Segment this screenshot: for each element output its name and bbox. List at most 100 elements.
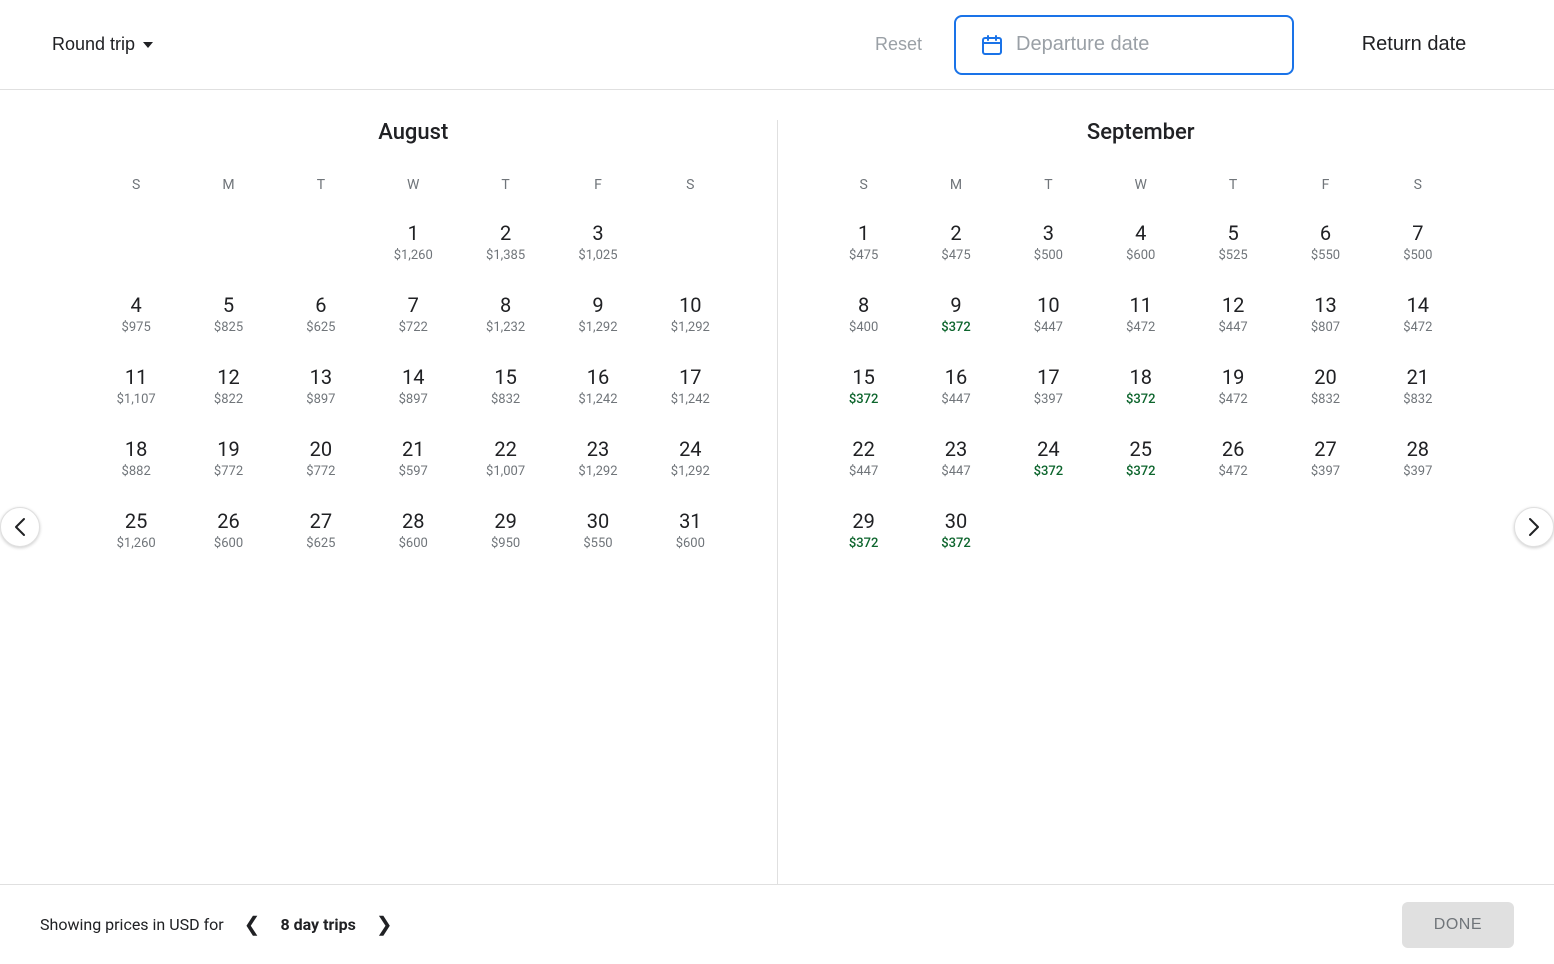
table-row[interactable]: 28 $600 (367, 499, 459, 567)
day-price: $550 (1311, 248, 1340, 263)
table-row[interactable]: 16$1,242 (552, 355, 644, 423)
table-row[interactable]: 2$1,385 (459, 211, 551, 279)
table-row[interactable]: 11$472 (1095, 283, 1187, 351)
day-number: 3 (1043, 221, 1054, 245)
table-row[interactable]: 14$472 (1372, 283, 1464, 351)
table-row[interactable]: 1$1,260 (367, 211, 459, 279)
next-days-button[interactable]: ❯ (368, 908, 401, 941)
day-number: 24 (679, 437, 701, 461)
table-row[interactable]: 4$600 (1095, 211, 1187, 279)
table-row[interactable]: 8$1,232 (459, 283, 551, 351)
day-price: $372 (941, 320, 971, 335)
day-number: 12 (1222, 293, 1244, 317)
reset-button[interactable]: Reset (863, 26, 934, 63)
day-price: $600 (399, 536, 428, 551)
return-date-button[interactable]: Return date (1314, 21, 1514, 68)
table-row[interactable]: 6 $550 (1279, 211, 1371, 279)
day-price: $1,292 (671, 320, 710, 335)
table-row[interactable]: 19$472 (1187, 355, 1279, 423)
prev-month-arrow[interactable] (0, 507, 40, 547)
table-row[interactable]: 31$600 (644, 499, 736, 567)
day-price: $472 (1403, 320, 1432, 335)
table-row[interactable]: 30$372 (910, 499, 1002, 567)
table-row[interactable]: 18$372 (1095, 355, 1187, 423)
table-row[interactable]: 16$447 (910, 355, 1002, 423)
table-row[interactable]: 7$722 (367, 283, 459, 351)
table-row[interactable]: 18$882 (90, 427, 182, 495)
table-row[interactable]: 13$807 (1279, 283, 1371, 351)
table-row[interactable]: 26$472 (1187, 427, 1279, 495)
day-number: 6 (1320, 221, 1331, 245)
table-row[interactable]: 12$447 (1187, 283, 1279, 351)
table-row[interactable]: 20$832 (1279, 355, 1371, 423)
table-row[interactable]: 10$1,292 (644, 283, 736, 351)
day-price: $600 (214, 536, 243, 551)
day-number: 9 (950, 293, 961, 317)
table-row[interactable]: 29$372 (818, 499, 910, 567)
table-row[interactable]: 29$950 (459, 499, 551, 567)
table-row[interactable]: 28$397 (1372, 427, 1464, 495)
day-number: 7 (1412, 221, 1423, 245)
day-price: $825 (214, 320, 243, 335)
day-price: $950 (491, 536, 520, 551)
prev-days-button[interactable]: ❮ (236, 908, 269, 941)
day-price: $597 (399, 464, 428, 479)
table-row[interactable]: 22$1,007 (459, 427, 551, 495)
day-price: $525 (1218, 248, 1247, 263)
table-row[interactable]: 5$525 (1187, 211, 1279, 279)
table-row[interactable]: 27$625 (275, 499, 367, 567)
day-number: 2 (500, 221, 511, 245)
table-row[interactable]: 22$447 (818, 427, 910, 495)
day-number: 28 (402, 509, 424, 533)
table-row[interactable]: 14$897 (367, 355, 459, 423)
departure-date-button[interactable]: Departure date (954, 15, 1294, 75)
table-row[interactable]: 17$397 (1002, 355, 1094, 423)
day-number: 20 (310, 437, 332, 461)
table-row[interactable]: 4$975 (90, 283, 182, 351)
table-row[interactable]: 5$825 (182, 283, 274, 351)
table-row[interactable]: 2$475 (910, 211, 1002, 279)
table-row[interactable]: 3$1,025 (552, 211, 644, 279)
day-price: $1,007 (486, 464, 525, 479)
table-row[interactable]: 24$372 (1002, 427, 1094, 495)
table-row[interactable]: 8$400 (818, 283, 910, 351)
table-row[interactable]: 21$832 (1372, 355, 1464, 423)
table-row[interactable]: 10$447 (1002, 283, 1094, 351)
round-trip-button[interactable]: Round trip (40, 26, 165, 63)
table-row[interactable]: 24$1,292 (644, 427, 736, 495)
table-row (1095, 499, 1187, 567)
table-row[interactable]: 20$772 (275, 427, 367, 495)
table-row[interactable]: 19$772 (182, 427, 274, 495)
next-month-arrow[interactable] (1514, 507, 1554, 547)
aug-mon-header: M (182, 169, 274, 201)
table-row[interactable]: 3$500 (1002, 211, 1094, 279)
september-grid: 1$4752$4753$5004$6005$525 6 $550 7$500 8$400… (818, 211, 1465, 567)
table-row[interactable]: 30$550 (552, 499, 644, 567)
day-price: $1,107 (117, 392, 156, 407)
table-row[interactable]: 9$1,292 (552, 283, 644, 351)
september-day-headers: S M T W T F S (818, 169, 1465, 201)
done-button[interactable]: DONE (1402, 902, 1514, 948)
table-row[interactable]: 9 $372 (910, 283, 1002, 351)
day-price: $722 (399, 320, 428, 335)
table-row[interactable]: 17$1,242 (644, 355, 736, 423)
day-price: $397 (1034, 392, 1063, 407)
table-row[interactable]: 23$1,292 (552, 427, 644, 495)
table-row[interactable]: 21$597 (367, 427, 459, 495)
table-row[interactable]: 26$600 (182, 499, 274, 567)
table-row[interactable]: 25$1,260 (90, 499, 182, 567)
table-row[interactable]: 23$447 (910, 427, 1002, 495)
day-price: $1,292 (578, 320, 617, 335)
table-row[interactable]: 13$897 (275, 355, 367, 423)
table-row[interactable]: 15$372 (818, 355, 910, 423)
table-row[interactable]: 6$625 (275, 283, 367, 351)
day-price: $372 (1126, 464, 1156, 479)
table-row[interactable]: 1$475 (818, 211, 910, 279)
table-row[interactable]: 11$1,107 (90, 355, 182, 423)
table-row[interactable]: 27$397 (1279, 427, 1371, 495)
table-row[interactable]: 15$832 (459, 355, 551, 423)
table-row[interactable]: 12$822 (182, 355, 274, 423)
table-row[interactable]: 25$372 (1095, 427, 1187, 495)
day-number: 4 (131, 293, 142, 317)
table-row[interactable]: 7$500 (1372, 211, 1464, 279)
